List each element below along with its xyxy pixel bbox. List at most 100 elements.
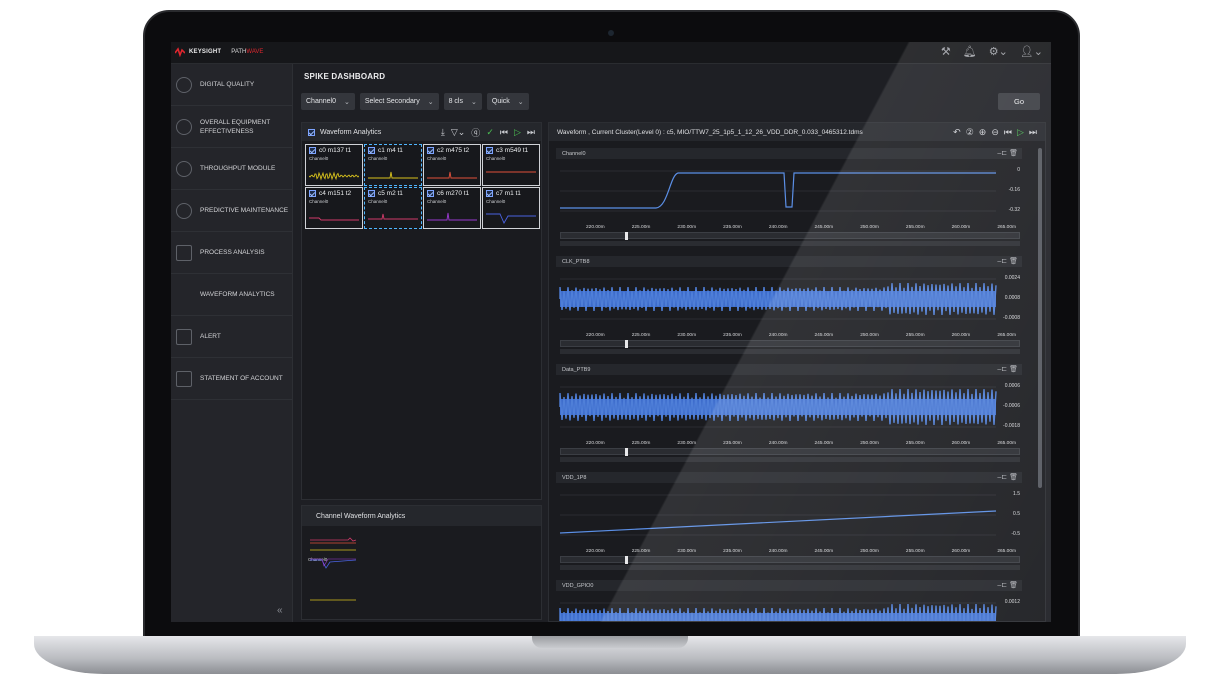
navigator-handle[interactable] xyxy=(625,340,628,348)
waveform-plot[interactable] xyxy=(556,593,1022,622)
cluster-trace xyxy=(310,559,357,569)
sparkline-trace xyxy=(309,217,359,221)
horizontal-scrollbar[interactable] xyxy=(560,241,1020,246)
pin-icon[interactable]: –⊏ xyxy=(997,150,1007,157)
sidebar-item-waveform-analytics[interactable]: WAVEFORM ANALYTICS xyxy=(171,274,292,316)
cluster-count-select[interactable]: 8 cls ⌄ xyxy=(443,93,482,110)
sidebar-item-alert[interactable]: ALERT xyxy=(171,316,292,358)
pin-icon[interactable]: –⊏ xyxy=(997,474,1007,481)
cluster-card[interactable]: c1 m4 t1 Channel0 xyxy=(364,144,422,186)
sidebar-item-oee[interactable]: OVERALL EQUIPMENT EFFECTIVENESS xyxy=(171,106,292,148)
x-tick-label: 250.00m xyxy=(860,333,879,338)
last-icon[interactable]: ⏭ xyxy=(527,127,535,138)
trash-icon[interactable]: 🗑︎ xyxy=(1009,150,1018,157)
cluster-checkbox[interactable] xyxy=(309,190,316,197)
cluster-card[interactable]: c2 m475 t2 Channel0 xyxy=(423,144,481,186)
pin-icon[interactable]: –⊏ xyxy=(997,366,1007,373)
sidebar-item-digital-quality[interactable]: DIGITAL QUALITY xyxy=(171,64,292,106)
x-axis: 220.00m 225.00m 230.00m 235.00m 240.00m 245.0… xyxy=(586,225,1016,230)
first-icon[interactable]: ⏮ xyxy=(500,127,508,138)
channel-select[interactable]: Channel0 ⌄ xyxy=(301,93,355,110)
navigator-strip[interactable] xyxy=(560,448,1020,456)
user-icon[interactable]: 👤︎⌄ xyxy=(1020,45,1043,58)
x-axis: 220.00m 225.00m 230.00m 235.00m 240.00m 245.0… xyxy=(586,549,1016,554)
play-icon[interactable]: ▷ xyxy=(514,127,521,138)
sidebar-item-statement[interactable]: STATEMENT OF ACCOUNT xyxy=(171,358,292,400)
app-screen: KEYSIGHT PATHWAVE ⚒ 🔔︎ ⚙⌄ 👤︎⌄ DIGITAL QU… xyxy=(171,42,1051,622)
first-icon[interactable]: ⏮ xyxy=(1004,127,1012,138)
cluster-card[interactable]: c0 m137 t1 Channel0 xyxy=(305,144,363,186)
wrench-icon[interactable]: ⚒ xyxy=(941,45,951,58)
check-icon[interactable]: ✓ xyxy=(486,127,494,138)
sidebar-item-label: PREDICTIVE MAINTENANCE xyxy=(200,207,289,214)
x-tick-label: 245.00m xyxy=(814,333,834,338)
last-icon[interactable]: ⏭ xyxy=(1029,127,1037,138)
x-axis: 220.00m 225.00m 230.00m 235.00m 240.00m 245.0… xyxy=(586,441,1016,446)
download-icon[interactable]: ⤓ xyxy=(441,127,445,138)
pin-icon[interactable]: –⊏ xyxy=(997,582,1007,589)
cluster-checkbox[interactable] xyxy=(427,147,434,154)
cluster-channel-label: Channel0 xyxy=(368,199,388,204)
navigator-handle[interactable] xyxy=(625,232,628,240)
navigator-handle[interactable] xyxy=(625,448,628,456)
double-chevron-left-icon[interactable]: « xyxy=(277,605,283,616)
cluster-sparkline xyxy=(368,213,418,220)
trash-icon[interactable]: 🗑︎ xyxy=(1009,474,1018,481)
sidebar-item-throughput[interactable]: THROUGHPUT MODULE xyxy=(171,148,292,190)
x-tick-label: 220.00m xyxy=(586,441,605,446)
gear-icon[interactable]: ⚙⌄ xyxy=(989,45,1008,58)
cluster-checkbox[interactable] xyxy=(368,190,375,197)
cluster-card[interactable]: c4 m151 t2 Channel0 xyxy=(305,187,363,229)
cluster-checkbox[interactable] xyxy=(427,190,434,197)
waveform-plot[interactable] xyxy=(556,161,1022,223)
cluster-channel-label: Channel0 xyxy=(486,156,506,161)
sidebar-item-label: OVERALL EQUIPMENT EFFECTIVENESS xyxy=(200,118,271,135)
navigator-strip[interactable] xyxy=(560,232,1020,240)
sidebar-item-predictive-maintenance[interactable]: PREDICTIVE MAINTENANCE xyxy=(171,190,292,232)
cluster-card[interactable]: c6 m270 t1 Channel0 xyxy=(423,187,481,229)
waveform-chart: VDD_1P8 –⊏ 🗑︎ 1.5 0.5 -0.5 220.00m 225.00m 230.… xyxy=(556,472,1022,574)
undo-icon[interactable]: ↶ xyxy=(953,127,961,138)
pin-icon[interactable]: –⊏ xyxy=(997,258,1007,265)
play-icon[interactable]: ▷ xyxy=(1017,127,1024,138)
navigator-strip[interactable] xyxy=(560,340,1020,348)
navigator-handle[interactable] xyxy=(625,556,628,564)
y-tick-label: -0.0008 xyxy=(1003,315,1020,321)
cluster-label: c6 m270 t1 xyxy=(437,190,470,197)
zoom-out-icon[interactable]: ⊖ xyxy=(991,127,999,138)
horizontal-scrollbar[interactable] xyxy=(560,349,1020,354)
cluster-card[interactable]: c5 m2 t1 Channel0 xyxy=(364,187,422,229)
go-button[interactable]: Go xyxy=(998,93,1040,110)
cluster-checkbox[interactable] xyxy=(486,190,493,197)
zoom-in-icon[interactable]: ⊕ xyxy=(979,127,987,138)
vertical-scrollbar[interactable] xyxy=(1038,148,1042,488)
bell-icon[interactable]: 🔔︎ xyxy=(963,45,977,58)
secondary-select[interactable]: Select Secondary ⌄ xyxy=(359,93,439,110)
horizontal-scrollbar[interactable] xyxy=(560,565,1020,570)
waveform-plot[interactable] xyxy=(556,269,1022,331)
x-tick-label: 255.00m xyxy=(905,225,925,230)
sidebar-item-process-analysis[interactable]: PROCESS ANALYSIS xyxy=(171,232,292,274)
navigator-strip[interactable] xyxy=(560,556,1020,564)
trash-icon[interactable]: 🗑︎ xyxy=(1009,582,1018,589)
cluster-checkbox[interactable] xyxy=(309,147,316,154)
cluster-checkbox[interactable] xyxy=(368,147,375,154)
brand-logo[interactable]: KEYSIGHT PATHWAVE xyxy=(175,47,263,57)
cluster-label: c5 m2 t1 xyxy=(378,190,403,197)
cluster-card[interactable]: c7 m1 t1 Channel0 xyxy=(482,187,540,229)
cluster-card[interactable]: c3 m549 t1 Channel0 xyxy=(482,144,540,186)
trash-icon[interactable]: 🗑︎ xyxy=(1009,366,1018,373)
y-tick-label: 0.5 xyxy=(1013,511,1020,517)
query-icon[interactable]: ⓠ xyxy=(471,126,480,139)
trash-icon[interactable]: 🗑︎ xyxy=(1009,258,1018,265)
mode-select[interactable]: Quick ⌄ xyxy=(486,93,529,110)
sidebar-item-label: WAVEFORM ANALYTICS xyxy=(200,291,275,298)
select-all-checkbox[interactable] xyxy=(308,128,315,136)
filter-icon[interactable]: ▽⌄ xyxy=(451,127,465,138)
waveform-plot[interactable] xyxy=(556,377,1022,439)
level-2-icon[interactable]: ② xyxy=(966,127,974,138)
horizontal-scrollbar[interactable] xyxy=(560,457,1020,462)
cluster-checkbox[interactable] xyxy=(486,147,493,154)
x-tick-label: 245.00m xyxy=(814,549,834,554)
waveform-plot[interactable] xyxy=(556,485,1022,547)
